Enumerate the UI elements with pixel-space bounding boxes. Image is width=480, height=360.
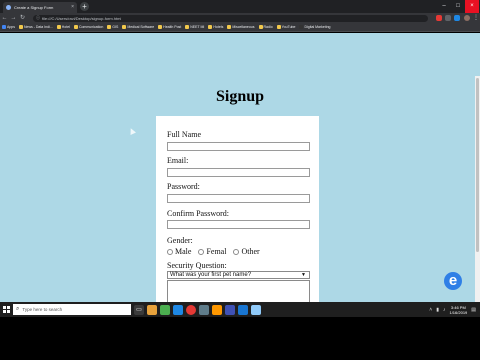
vscode-icon[interactable] (238, 304, 248, 315)
url-text: file:///C:/Users/ravi/Desktop/signup-for… (42, 15, 122, 21)
bookmark-item[interactable]: Digital Marketing (299, 25, 331, 29)
email-input[interactable] (167, 168, 310, 177)
edge-icon[interactable] (173, 304, 183, 315)
info-icon: ⓘ (36, 15, 40, 20)
maximize-button[interactable]: □ (451, 0, 465, 13)
bookmark-icon (299, 25, 304, 29)
bookmark-item[interactable]: Apps (2, 25, 15, 29)
bookmark-item[interactable]: Miscellaneous (227, 25, 255, 29)
tab-title: Create a Signup Form (14, 5, 54, 10)
chevron-up-icon[interactable]: ˄ (429, 307, 432, 313)
dropdown-arrow-icon: ▼ (301, 272, 306, 278)
scrollbar-thumb[interactable] (476, 78, 479, 252)
tab-strip: Create a Signup Form × + – □ × (0, 0, 480, 13)
folder-icon (122, 25, 127, 29)
extension-icon[interactable] (436, 15, 442, 21)
gender-other-label: Other (241, 247, 260, 256)
network-icon[interactable]: ▮ (436, 307, 439, 313)
search-placeholder: Type here to search (22, 307, 63, 312)
task-view-icon[interactable]: ▭ (134, 304, 144, 315)
vlc-icon[interactable] (212, 304, 222, 315)
notifications-icon[interactable]: ▤ (471, 307, 476, 313)
bookmark-item[interactable]: Radio (258, 25, 273, 29)
apps-icon (2, 25, 6, 29)
start-button[interactable] (0, 302, 12, 317)
bookmark-item[interactable]: News - Data Indi... (18, 25, 53, 29)
gender-male-radio[interactable] (167, 248, 173, 255)
back-button[interactable]: ← (0, 13, 9, 23)
tab-favicon-icon (6, 5, 11, 10)
security-question-select[interactable]: What was your first pet name? ▼ (167, 271, 310, 279)
taskbar-search[interactable]: ⌕ Type here to search (13, 304, 131, 315)
bookmark-item[interactable]: Medical Software (122, 25, 154, 29)
extension-icon[interactable] (454, 15, 460, 21)
email-label: Email: (167, 156, 189, 165)
volume-icon[interactable]: ♪ (443, 307, 446, 313)
minimize-button[interactable]: – (437, 0, 451, 13)
forward-button[interactable]: → (9, 13, 18, 23)
extension-icon[interactable] (445, 15, 451, 21)
bookmark-item[interactable]: Hotels (208, 25, 223, 29)
gender-male-label: Male (175, 247, 192, 256)
screen: Create a Signup Form × + – □ × ← → ↻ ⓘ f… (0, 0, 480, 360)
browser-toolbar: ← → ↻ ⓘ file:///C:/Users/ravi/Desktop/si… (0, 13, 480, 23)
folder-icon (185, 25, 190, 29)
full-name-label: Full Name (167, 130, 201, 139)
gender-label: Gender: (167, 236, 193, 245)
close-window-button[interactable]: × (465, 0, 479, 13)
gender-female-label: Femal (206, 247, 227, 256)
confirm-password-label: Confirm Password: (167, 209, 229, 218)
folder-icon (18, 25, 23, 29)
bookmarks-bar: Apps News - Data Indi... Hotel Communica… (0, 23, 480, 32)
app-icon[interactable] (251, 304, 261, 315)
gender-options: Male Femal Other (167, 247, 265, 256)
confirm-password-input[interactable] (167, 220, 310, 229)
search-icon: ⌕ (16, 306, 20, 312)
folder-icon (208, 25, 213, 29)
folder-icon (107, 25, 112, 29)
signup-form: Full Name Email: Password: Confirm Passw… (156, 116, 319, 316)
tab-close-icon[interactable]: × (71, 5, 74, 10)
folder-icon (227, 25, 232, 29)
address-bar[interactable]: ⓘ file:///C:/Users/ravi/Desktop/signup-f… (33, 14, 428, 22)
gender-other-radio[interactable] (233, 248, 240, 255)
page-title: Signup (215, 88, 265, 105)
bookmark-item[interactable]: Health Post (158, 25, 181, 29)
app-icon[interactable] (225, 304, 235, 315)
bookmark-item[interactable]: NEET MI (185, 25, 204, 29)
security-question-value: What was your first pet name? (170, 272, 252, 278)
full-name-input[interactable] (167, 142, 310, 151)
clock-date: 1/16/2019 (449, 309, 468, 315)
folder-icon (56, 25, 61, 29)
folder-icon (276, 25, 281, 29)
profile-avatar[interactable] (464, 15, 470, 21)
bookmark-item[interactable]: Communication (73, 25, 103, 29)
menu-icon[interactable]: ⋮ (473, 15, 479, 21)
system-tray: ˄ ▮ ♪ 3:46 PM 1/16/2019 ▤ (429, 302, 476, 317)
bookmark-item[interactable]: Hotel (56, 25, 70, 29)
channel-logo: e (444, 272, 462, 290)
clock-time: 3:46 PM (450, 304, 466, 310)
new-tab-button[interactable]: + (80, 2, 89, 11)
folder-icon (73, 25, 78, 29)
password-label: Password: (167, 182, 200, 191)
bookmark-item[interactable]: YouTube (276, 25, 295, 29)
gender-female-radio[interactable] (198, 248, 205, 255)
folder-icon (258, 25, 263, 29)
windows-logo-icon (2, 306, 10, 313)
security-question-label: Security Question: (167, 261, 227, 270)
app-icon[interactable] (199, 304, 209, 315)
file-explorer-icon[interactable] (147, 304, 157, 315)
bookmark-item[interactable]: GIS (107, 25, 118, 29)
reload-button[interactable]: ↻ (18, 13, 27, 23)
chrome-icon[interactable] (186, 304, 196, 315)
password-input[interactable] (167, 194, 310, 203)
taskbar: ⌕ Type here to search ▭ (0, 302, 480, 317)
browser-tab[interactable]: Create a Signup Form × (3, 2, 77, 13)
clock[interactable]: 3:46 PM 1/16/2019 (449, 305, 467, 315)
app-icon[interactable] (160, 304, 170, 315)
folder-icon (158, 25, 163, 29)
